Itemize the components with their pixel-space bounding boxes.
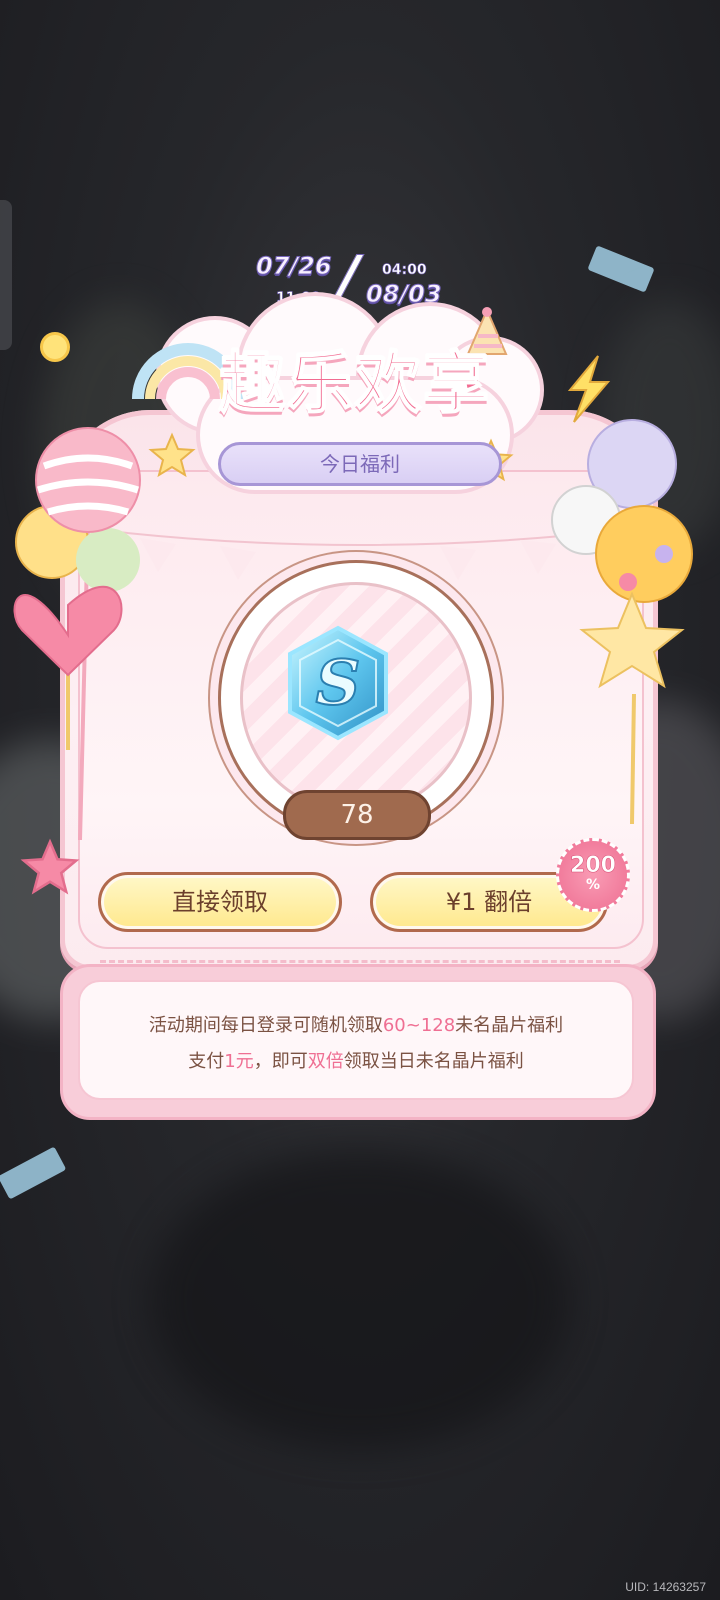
user-id: UID: 14263257 — [625, 1580, 706, 1594]
subtitle-pill: 今日福利 — [218, 442, 502, 486]
badge-value: 200 — [570, 853, 616, 878]
info-text: 活动期间每日登录可随机领取60~128未名晶片福利 支付1元，即可双倍领取当日未… — [78, 1008, 634, 1080]
end-date: 08/03 — [366, 280, 443, 309]
star-icon — [148, 432, 196, 478]
sparkle-dot — [40, 332, 70, 362]
start-date: 07/26 — [256, 252, 333, 281]
side-handle[interactable] — [0, 200, 12, 350]
end-time: 04:00 — [382, 262, 427, 279]
balloons-left — [13, 427, 141, 841]
star-icon — [20, 838, 80, 895]
crystal-shard-icon: S — [288, 625, 388, 741]
info-line-2: 支付1元，即可双倍领取当日未名晶片福利 — [188, 1051, 524, 1072]
claim-button[interactable]: 直接领取 — [98, 872, 342, 932]
info-line-1: 活动期间每日登录可随机领取60~128未名晶片福利 — [148, 1015, 564, 1036]
badge-symbol: % — [585, 877, 601, 893]
panel-divider — [100, 960, 620, 963]
event-title: 趣乐欢享 — [218, 345, 491, 421]
svg-text:S: S — [316, 646, 361, 719]
double-percent-badge: 200 % — [556, 838, 630, 912]
reward-count: 78 — [283, 790, 431, 840]
balloons-right — [551, 419, 693, 825]
